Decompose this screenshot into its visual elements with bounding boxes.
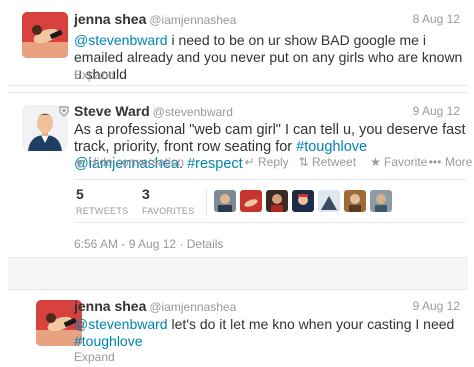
favorites-label: FAVORITES bbox=[142, 206, 195, 216]
tweet-actions: ● Hide conversation ↵ Reply ⇅ Retweet ★ Favo… bbox=[74, 155, 472, 171]
avatar-jenna[interactable] bbox=[22, 12, 68, 58]
hashtag-link[interactable]: #toughlove bbox=[296, 139, 367, 155]
tweet-timestamp[interactable]: 6:56 AM - 9 Aug 12 · Details bbox=[74, 237, 223, 251]
verified-badge-icon bbox=[58, 105, 70, 117]
mini-avatar[interactable] bbox=[214, 190, 236, 212]
author-name-text[interactable]: Steve Ward bbox=[74, 103, 150, 119]
favorite-label: Favorite bbox=[384, 155, 428, 169]
tweet-date[interactable]: 9 Aug 12 bbox=[413, 299, 460, 313]
mini-avatar[interactable] bbox=[370, 190, 392, 212]
author-handle[interactable]: @iamjennashea bbox=[149, 300, 236, 314]
author-name-text[interactable]: jenna shea bbox=[74, 11, 146, 27]
retweets-count: 5 bbox=[76, 186, 84, 202]
retweets-label: RETWEETS bbox=[76, 206, 129, 216]
reply-button[interactable]: ↵ Reply bbox=[244, 155, 289, 169]
tweet-date[interactable]: 9 Aug 12 bbox=[413, 104, 460, 118]
author-handle[interactable]: @stevenbward bbox=[153, 105, 233, 119]
tweet-date[interactable]: 8 Aug 12 bbox=[413, 12, 460, 26]
hashtag-link[interactable]: #toughlove bbox=[74, 333, 143, 349]
author-handle[interactable]: @iamjennashea bbox=[149, 13, 236, 27]
mini-avatar[interactable] bbox=[344, 190, 366, 212]
author-name[interactable]: jenna shea @iamjennashea bbox=[74, 298, 236, 314]
author-name[interactable]: jenna shea @iamjennashea bbox=[74, 11, 236, 27]
expand-link[interactable]: Expand bbox=[74, 68, 115, 82]
tweet-text-segment: As a professional "web cam girl" I can t… bbox=[74, 122, 466, 155]
favorites-stat[interactable]: 3 FAVORITES bbox=[142, 186, 195, 216]
tweet-jenna-2[interactable]: jenna shea @iamjennashea 9 Aug 12 @steven… bbox=[8, 290, 468, 367]
mention-link[interactable]: @stevenbward bbox=[74, 32, 168, 48]
reply-arrow-icon: ↵ bbox=[244, 155, 255, 169]
favorites-count: 3 bbox=[142, 186, 150, 202]
retweet-label: Retweet bbox=[312, 155, 357, 169]
conversation-icon: ● bbox=[75, 155, 84, 169]
mini-avatar[interactable] bbox=[266, 190, 288, 212]
star-icon: ★ bbox=[370, 155, 381, 169]
stats-divider bbox=[206, 188, 207, 216]
tweet-jenna-1[interactable]: jenna shea @iamjennashea 8 Aug 12 @steven… bbox=[8, 0, 468, 86]
tweet-stats: 5 RETWEETS 3 FAVORITES bbox=[74, 179, 466, 223]
tweet-text-segment: let's do it let me kno when your casting… bbox=[167, 316, 455, 332]
expand-link[interactable]: Expand bbox=[74, 350, 115, 364]
ellipsis-icon: ••• bbox=[428, 155, 442, 169]
tweet-steve[interactable]: Steve Ward @stevenbward 9 Aug 12 As a pro… bbox=[8, 92, 472, 258]
tweet-text: @stevenbward let's do it let me kno when… bbox=[74, 316, 466, 350]
retweet-button[interactable]: ⇅ Retweet bbox=[298, 155, 356, 169]
tweet-text: @stevenbward i need to be on ur show BAD… bbox=[74, 32, 466, 83]
mini-avatar[interactable] bbox=[240, 190, 262, 212]
author-name[interactable]: Steve Ward @stevenbward bbox=[74, 103, 233, 119]
favorite-button[interactable]: ★ Favorite bbox=[370, 155, 427, 169]
reply-label: Reply bbox=[258, 155, 289, 169]
hide-conversation-label: Hide conversation bbox=[88, 155, 185, 169]
retweet-icon: ⇅ bbox=[298, 155, 309, 169]
mini-avatar[interactable] bbox=[292, 190, 314, 212]
more-button[interactable]: ••• More bbox=[428, 155, 473, 169]
author-name-text[interactable]: jenna shea bbox=[74, 298, 146, 314]
more-label: More bbox=[445, 155, 473, 169]
retweets-stat[interactable]: 5 RETWEETS bbox=[76, 186, 128, 216]
hide-conversation-button[interactable]: ● Hide conversation bbox=[74, 155, 184, 169]
conversation-gap bbox=[8, 258, 468, 290]
mention-link[interactable]: @stevenbward bbox=[74, 316, 168, 332]
mini-avatar[interactable] bbox=[318, 190, 340, 212]
